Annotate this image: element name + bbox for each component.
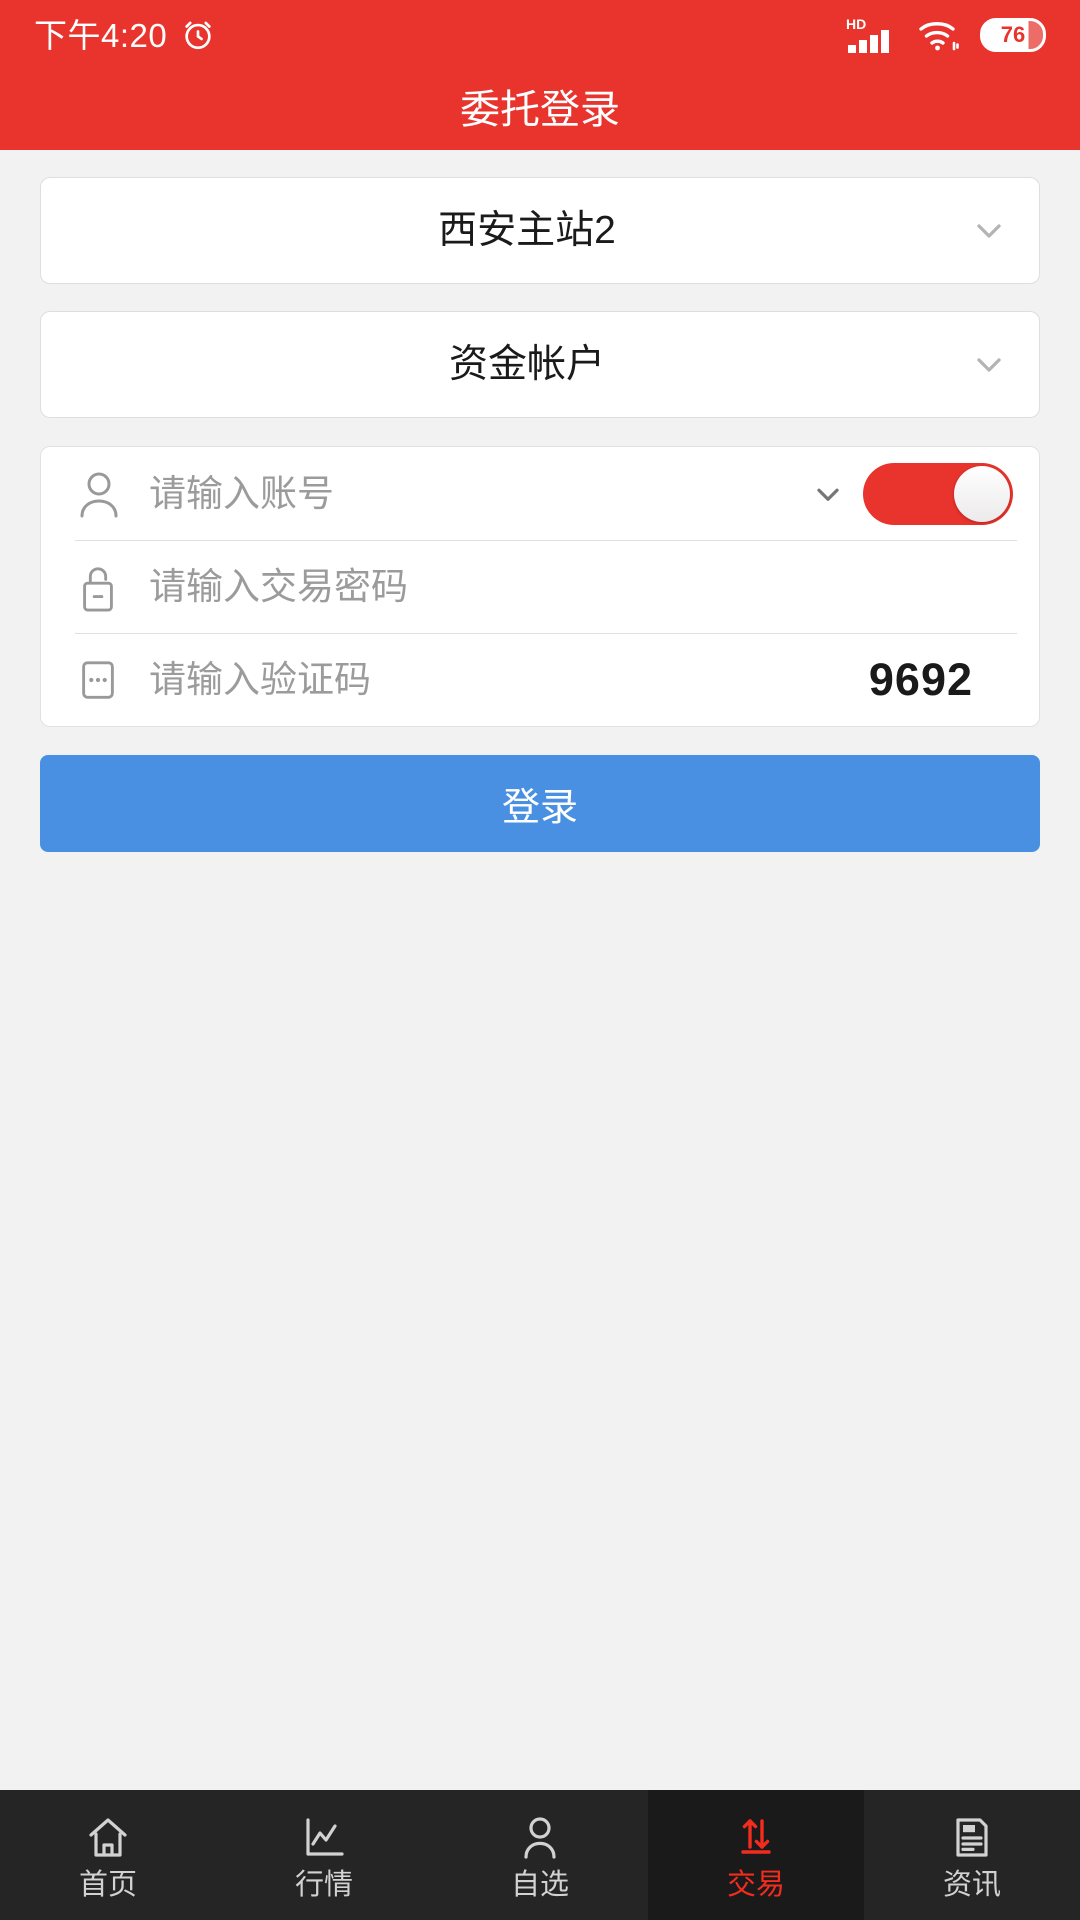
captcha-code[interactable]: 9692	[869, 657, 973, 702]
login-form-card: 请输入账号 请输入交易密码 请输入验证码 9692	[40, 446, 1040, 727]
battery-percent: 76	[1000, 22, 1026, 47]
account-type-selector-value: 资金帐户	[448, 343, 605, 386]
tab-label-home: 首页	[78, 1868, 137, 1901]
login-button[interactable]: 登录	[40, 755, 1040, 852]
station-selector-value: 西安主站2	[438, 209, 616, 252]
captcha-row: 请输入验证码 9692	[41, 633, 1039, 726]
dots-box-icon	[75, 654, 149, 706]
password-input[interactable]: 请输入交易密码	[149, 568, 1039, 605]
cellular-signal-icon: HD	[846, 15, 898, 55]
remember-account-toggle[interactable]	[863, 462, 1013, 525]
tab-label-markets: 行情	[294, 1868, 353, 1901]
station-selector[interactable]: 西安主站2	[40, 177, 1040, 284]
password-row: 请输入交易密码	[41, 540, 1039, 633]
svg-text:HD: HD	[846, 16, 866, 32]
news-icon	[947, 1811, 997, 1861]
tab-label-trade: 交易	[726, 1868, 785, 1901]
tab-markets[interactable]: 行情	[216, 1790, 432, 1920]
account-type-selector[interactable]: 资金帐户	[40, 311, 1040, 418]
toggle-knob	[954, 465, 1010, 522]
bottom-tab-bar: 首页 行情 自选 交易 资讯	[0, 1790, 1080, 1920]
tab-label-news: 资讯	[942, 1868, 1001, 1901]
tab-watchlist[interactable]: 自选	[432, 1790, 648, 1920]
home-icon	[83, 1811, 133, 1861]
chevron-down-icon	[965, 345, 1013, 385]
user-icon	[75, 468, 149, 520]
alarm-clock-icon	[181, 18, 215, 52]
chevron-down-icon	[965, 211, 1013, 251]
tab-label-watchlist: 自选	[510, 1868, 569, 1901]
person-icon	[515, 1811, 565, 1861]
chart-icon	[299, 1811, 349, 1861]
main-content: 西安主站2 资金帐户 请输入账号 请输入交易密码 请输入验证码 9692 登录	[0, 150, 1080, 1790]
status-time: 下午4:20	[34, 16, 168, 54]
lock-icon	[75, 560, 149, 614]
captcha-input[interactable]: 请输入验证码	[149, 661, 869, 698]
account-row: 请输入账号	[41, 447, 1039, 540]
battery-indicator: 76	[980, 18, 1046, 52]
app-screen: 下午4:20 HD 76 委托登录 西安主站2 资金帐户 请输入账号 请输入交易…	[0, 0, 1080, 1920]
status-bar: 下午4:20 HD 76	[0, 0, 1080, 70]
app-bar: 委托登录	[0, 70, 1080, 150]
page-title: 委托登录	[460, 88, 620, 132]
status-bar-right: HD 76	[846, 15, 1046, 55]
status-bar-left: 下午4:20	[34, 18, 215, 52]
trade-arrows-icon	[731, 1811, 781, 1861]
chevron-down-icon[interactable]	[793, 476, 863, 512]
tab-news[interactable]: 资讯	[864, 1790, 1080, 1920]
wifi-icon	[916, 16, 962, 54]
account-input[interactable]: 请输入账号	[149, 475, 793, 512]
tab-home[interactable]: 首页	[0, 1790, 216, 1920]
tab-trade[interactable]: 交易	[648, 1790, 864, 1920]
